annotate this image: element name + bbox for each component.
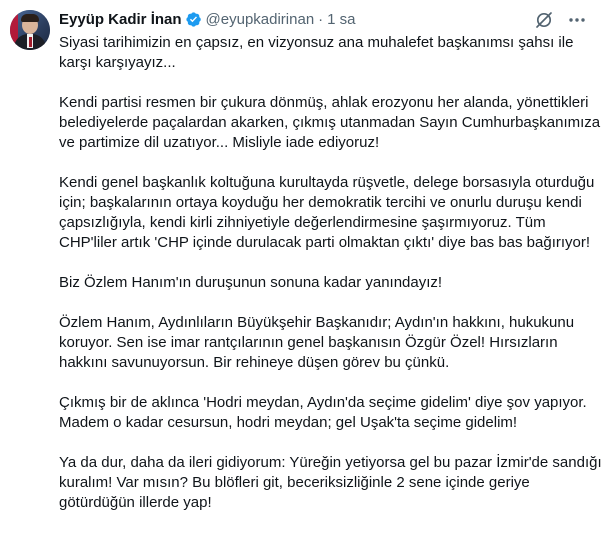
tweet-paragraph: Siyasi tarihimizin en çapsız, en vizyons… (59, 34, 574, 71)
tweet[interactable]: Eyyüp Kadir İnan @eyupkadirinan · 1 sa S… (0, 0, 607, 558)
tweet-paragraph: Kendi partisi resmen bir çukura dönmüş, … (59, 94, 601, 151)
tweet-paragraph: Biz Özlem Hanım'ın duruşunun sonuna kada… (59, 274, 443, 291)
timestamp[interactable]: 1 sa (327, 11, 355, 28)
tweet-paragraph: Özlem Hanım, Aydınlıların Büyükşehir Baş… (59, 314, 575, 371)
author-handle[interactable]: @eyupkadirinan (206, 11, 315, 28)
tweet-text: Siyasi tarihimizin en çapsız, en vizyons… (59, 33, 604, 513)
verified-badge-icon (185, 11, 201, 27)
tweet-header: Eyyüp Kadir İnan @eyupkadirinan · 1 sa (59, 8, 356, 30)
more-options-icon[interactable] (566, 10, 588, 30)
separator-dot: · (318, 10, 324, 28)
tweet-paragraph: Çıkmış bir de aklınca 'Hodri meydan, Ayd… (59, 394, 587, 431)
avatar[interactable] (10, 10, 50, 50)
author-name[interactable]: Eyyüp Kadir İnan (59, 11, 182, 28)
tweet-paragraph: Kendi genel başkanlık koltuğuna kurultay… (59, 174, 595, 251)
grok-icon[interactable] (534, 10, 554, 30)
tweet-paragraph: Ya da dur, daha da ileri gidiyorum: Yüre… (59, 454, 602, 511)
